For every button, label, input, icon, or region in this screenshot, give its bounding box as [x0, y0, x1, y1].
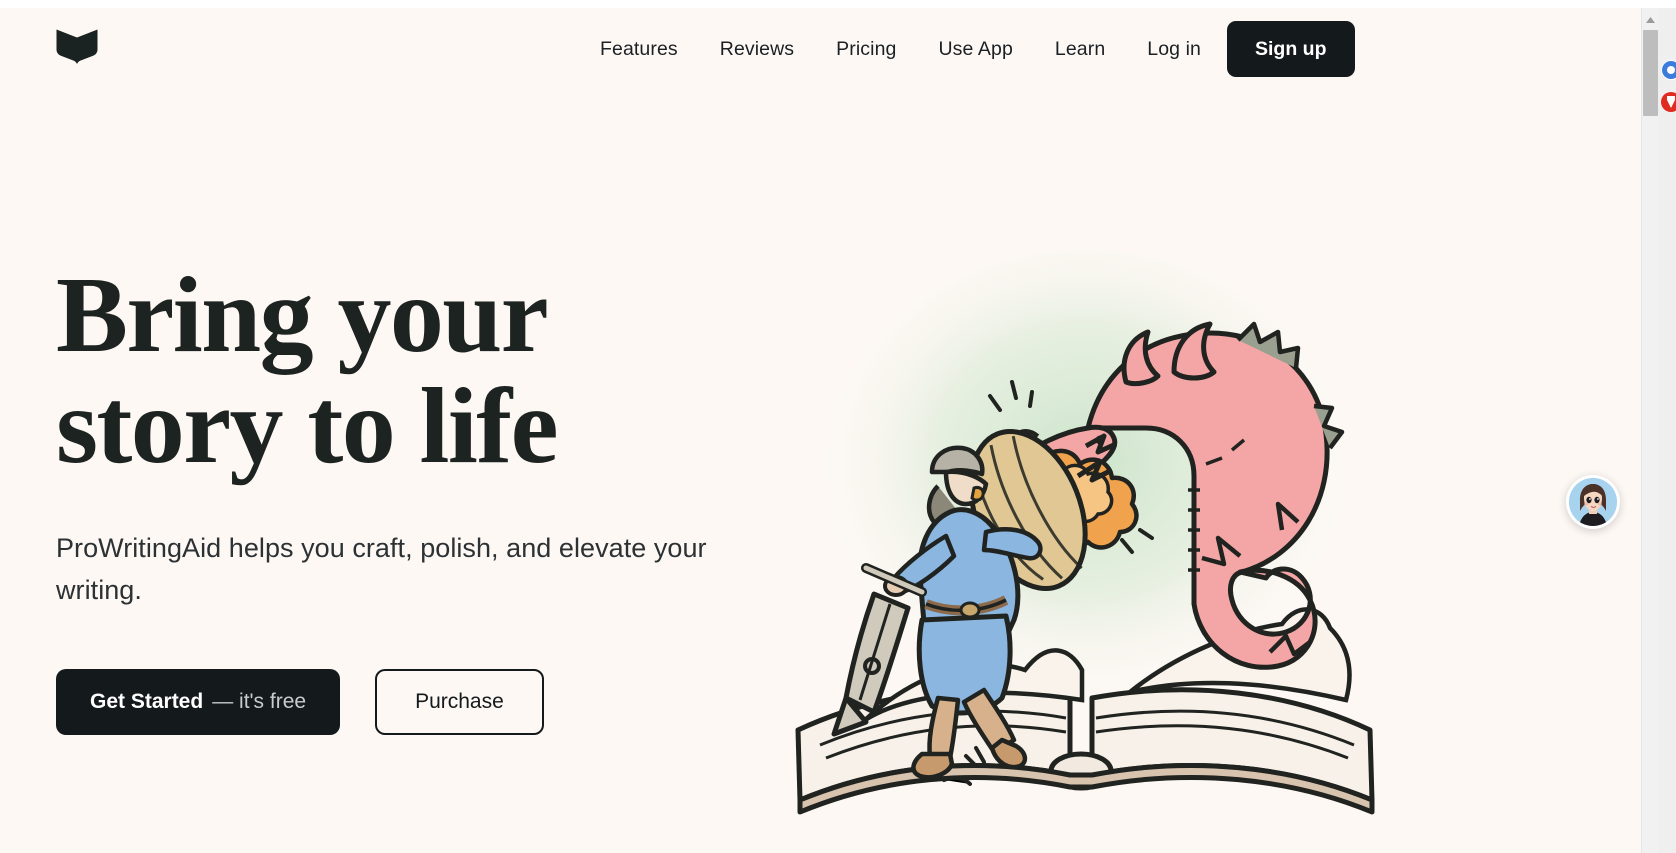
nav-item-pricing[interactable]: Pricing [836, 30, 896, 69]
login-link[interactable]: Log in [1147, 30, 1201, 69]
page-title: Bring your story to life [56, 256, 846, 487]
screenshot-viewport: Features Reviews Pricing Use App Learn L… [0, 0, 1676, 853]
signup-button[interactable]: Sign up [1227, 21, 1355, 77]
vertical-scrollbar[interactable] [1641, 8, 1658, 853]
get-started-button[interactable]: Get Started — it's free [56, 668, 341, 735]
purchase-button[interactable]: Purchase [375, 668, 544, 735]
primary-navigation: Features Reviews Pricing Use App Learn L… [600, 8, 1355, 90]
support-agent-avatar [1569, 478, 1617, 526]
get-started-suffix: — it's free [212, 689, 307, 713]
scrollbar-thumb[interactable] [1643, 30, 1658, 116]
hero-illustration [770, 200, 1410, 820]
browser-top-strip [0, 0, 1676, 8]
hero-title-line-1: Bring your [56, 256, 549, 375]
hero-section: Bring your story to life ProWritingAid h… [0, 90, 1654, 853]
nav-item-reviews[interactable]: Reviews [720, 30, 794, 69]
nav-item-learn[interactable]: Learn [1055, 30, 1105, 69]
hero-subtitle: ProWritingAid helps you craft, polish, a… [56, 533, 707, 605]
open-book-logo-icon [55, 28, 99, 68]
chat-support-widget[interactable] [1566, 475, 1620, 529]
hero-title-line-2: story to life [56, 367, 559, 487]
hero-copy: Bring your story to life ProWritingAid h… [56, 260, 846, 735]
blue-extension-icon[interactable] [1659, 58, 1676, 82]
caret-up-icon[interactable] [1642, 12, 1659, 28]
nav-item-features[interactable]: Features [600, 30, 678, 69]
nav-item-use-app[interactable]: Use App [938, 30, 1012, 69]
red-extension-icon[interactable] [1659, 90, 1676, 114]
browser-right-edge [1658, 8, 1676, 853]
webpage-canvas: Features Reviews Pricing Use App Learn L… [0, 8, 1654, 853]
hero-cta-group: Get Started — it's free Purchase [56, 668, 846, 735]
site-header: Features Reviews Pricing Use App Learn L… [0, 8, 1654, 90]
brand-logo[interactable] [55, 28, 101, 68]
get-started-label: Get Started [90, 689, 204, 713]
